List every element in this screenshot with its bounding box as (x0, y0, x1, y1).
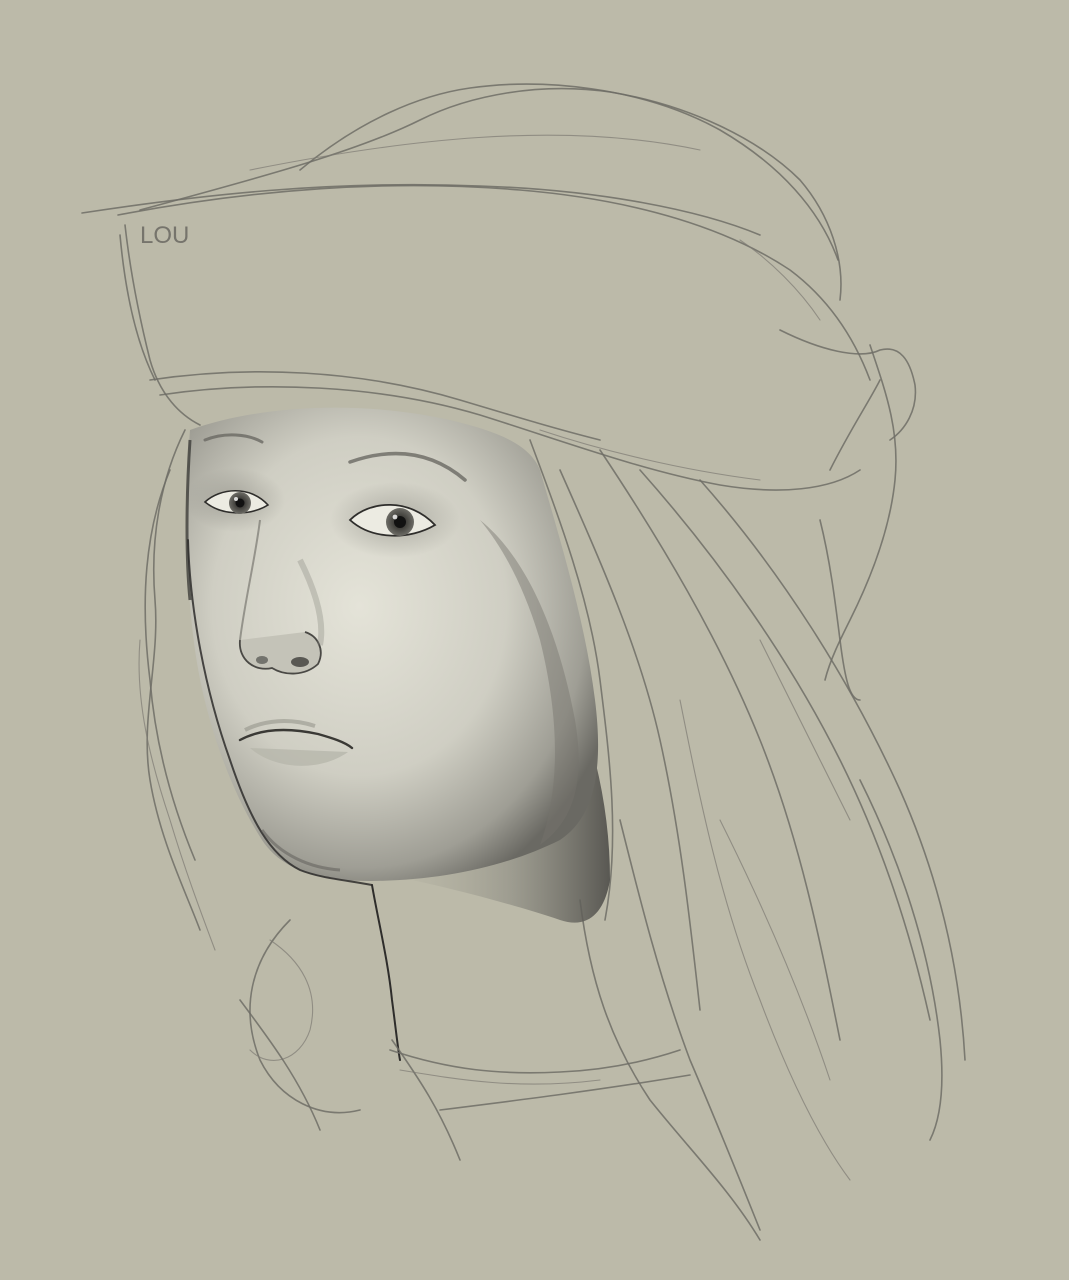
portrait-artwork: LOU (81, 83, 966, 1241)
drawing-canvas: LOU (0, 0, 1069, 1280)
collar-sketch (371, 884, 691, 1161)
signature-text: LOU (140, 222, 189, 249)
